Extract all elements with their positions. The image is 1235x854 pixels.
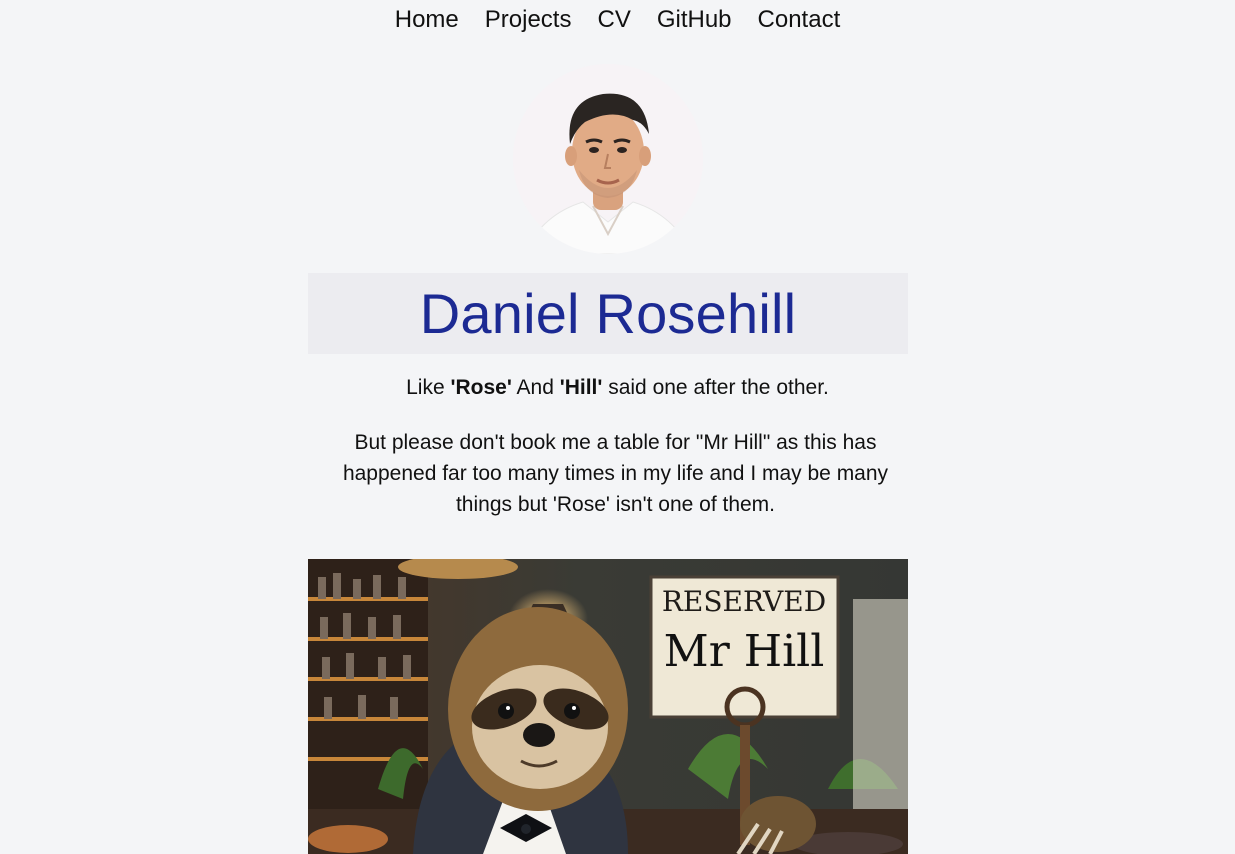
sign-mr-hill-text: Mr Hill xyxy=(664,626,825,677)
tagline-prefix: Like xyxy=(406,376,451,399)
nav-contact-link[interactable]: Contact xyxy=(758,6,841,34)
nav-github-link[interactable]: GitHub xyxy=(657,6,732,34)
tagline-hill: 'Hill' xyxy=(559,376,603,399)
profile-photo xyxy=(513,64,703,254)
tagline-rose: 'Rose' xyxy=(450,376,512,399)
nav-projects-link[interactable]: Projects xyxy=(485,6,572,34)
sloth-illustration: RESERVED Mr Hill xyxy=(308,559,908,854)
tagline-suffix: said one after the other. xyxy=(602,376,829,399)
nav-home-link[interactable]: Home xyxy=(395,6,459,34)
page-title: Daniel Rosehill xyxy=(419,281,797,345)
sign-reserved-text: RESERVED xyxy=(662,585,826,618)
reservation-note: But please don't book me a table for "Mr… xyxy=(342,431,889,516)
top-navigation: Home Projects CV GitHub Contact xyxy=(0,6,1235,34)
profile-avatar xyxy=(513,64,703,254)
nav-cv-link[interactable]: CV xyxy=(597,6,630,34)
name-pronunciation-tagline: Like 'Rose' And 'Hill' said one after th… xyxy=(0,376,1235,400)
name-banner: Daniel Rosehill xyxy=(308,273,908,354)
tagline-middle: And xyxy=(511,376,560,399)
sloth-reservation-image: RESERVED Mr Hill xyxy=(308,559,908,854)
